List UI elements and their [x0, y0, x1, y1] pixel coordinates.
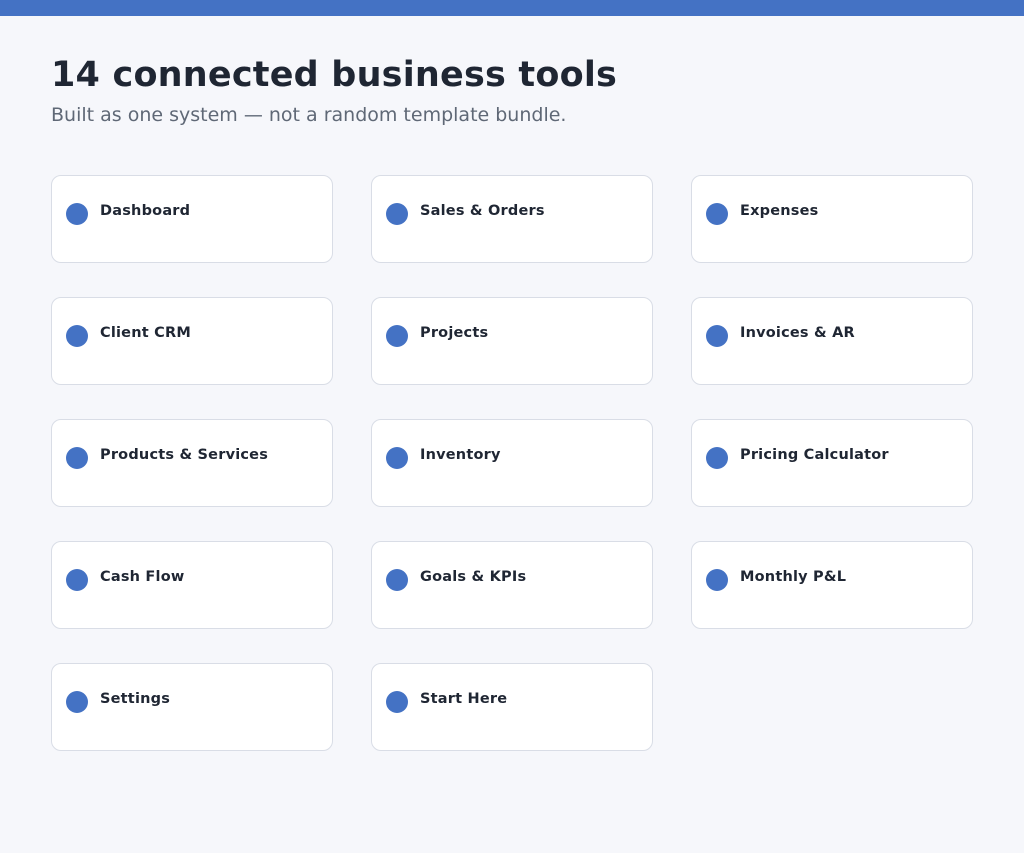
dot-icon	[66, 325, 88, 347]
tool-card-label: Products & Services	[100, 447, 269, 463]
tool-card-projects[interactable]: Projects	[371, 297, 653, 385]
tool-card-client-crm[interactable]: Client CRM	[51, 297, 333, 385]
dot-icon	[386, 203, 408, 225]
tool-card-label: Projects	[420, 325, 489, 341]
tool-card-pricing-calculator[interactable]: Pricing Calculator	[691, 419, 973, 507]
tool-card-label: Sales & Orders	[420, 203, 545, 219]
tool-card-products-services[interactable]: Products & Services	[51, 419, 333, 507]
dot-icon	[386, 447, 408, 469]
page-subtitle: Built as one system — not a random templ…	[51, 104, 567, 126]
dot-icon	[66, 569, 88, 591]
dot-icon	[66, 203, 88, 225]
tool-card-label: Client CRM	[100, 325, 191, 341]
dot-icon	[706, 325, 728, 347]
tool-card-invoices-ar[interactable]: Invoices & AR	[691, 297, 973, 385]
dot-icon	[706, 447, 728, 469]
page-title: 14 connected business tools	[51, 55, 618, 95]
dot-icon	[386, 325, 408, 347]
tool-card-label: Expenses	[740, 203, 819, 219]
tool-card-expenses[interactable]: Expenses	[691, 175, 973, 263]
dot-icon	[706, 569, 728, 591]
tool-card-cash-flow[interactable]: Cash Flow	[51, 541, 333, 629]
dot-icon	[706, 203, 728, 225]
dot-icon	[386, 569, 408, 591]
tool-card-inventory[interactable]: Inventory	[371, 419, 653, 507]
tool-card-label: Settings	[100, 691, 171, 707]
tool-card-label: Dashboard	[100, 203, 191, 219]
tool-card-goals-kpis[interactable]: Goals & KPIs	[371, 541, 653, 629]
top-accent-bar	[0, 0, 1024, 16]
tool-card-monthly-pl[interactable]: Monthly P&L	[691, 541, 973, 629]
tool-card-label: Invoices & AR	[740, 325, 855, 341]
tool-card-settings[interactable]: Settings	[51, 663, 333, 751]
tools-grid: Dashboard Sales & Orders Expenses Client…	[51, 175, 973, 751]
dot-icon	[66, 447, 88, 469]
dot-icon	[386, 691, 408, 713]
dot-icon	[66, 691, 88, 713]
tool-card-dashboard[interactable]: Dashboard	[51, 175, 333, 263]
tool-card-label: Monthly P&L	[740, 569, 847, 585]
tool-card-label: Inventory	[420, 447, 501, 463]
tool-card-label: Start Here	[420, 691, 508, 707]
tool-card-label: Cash Flow	[100, 569, 185, 585]
tool-card-label: Goals & KPIs	[420, 569, 527, 585]
tool-card-sales-orders[interactable]: Sales & Orders	[371, 175, 653, 263]
tool-card-label: Pricing Calculator	[740, 447, 889, 463]
tool-card-start-here[interactable]: Start Here	[371, 663, 653, 751]
